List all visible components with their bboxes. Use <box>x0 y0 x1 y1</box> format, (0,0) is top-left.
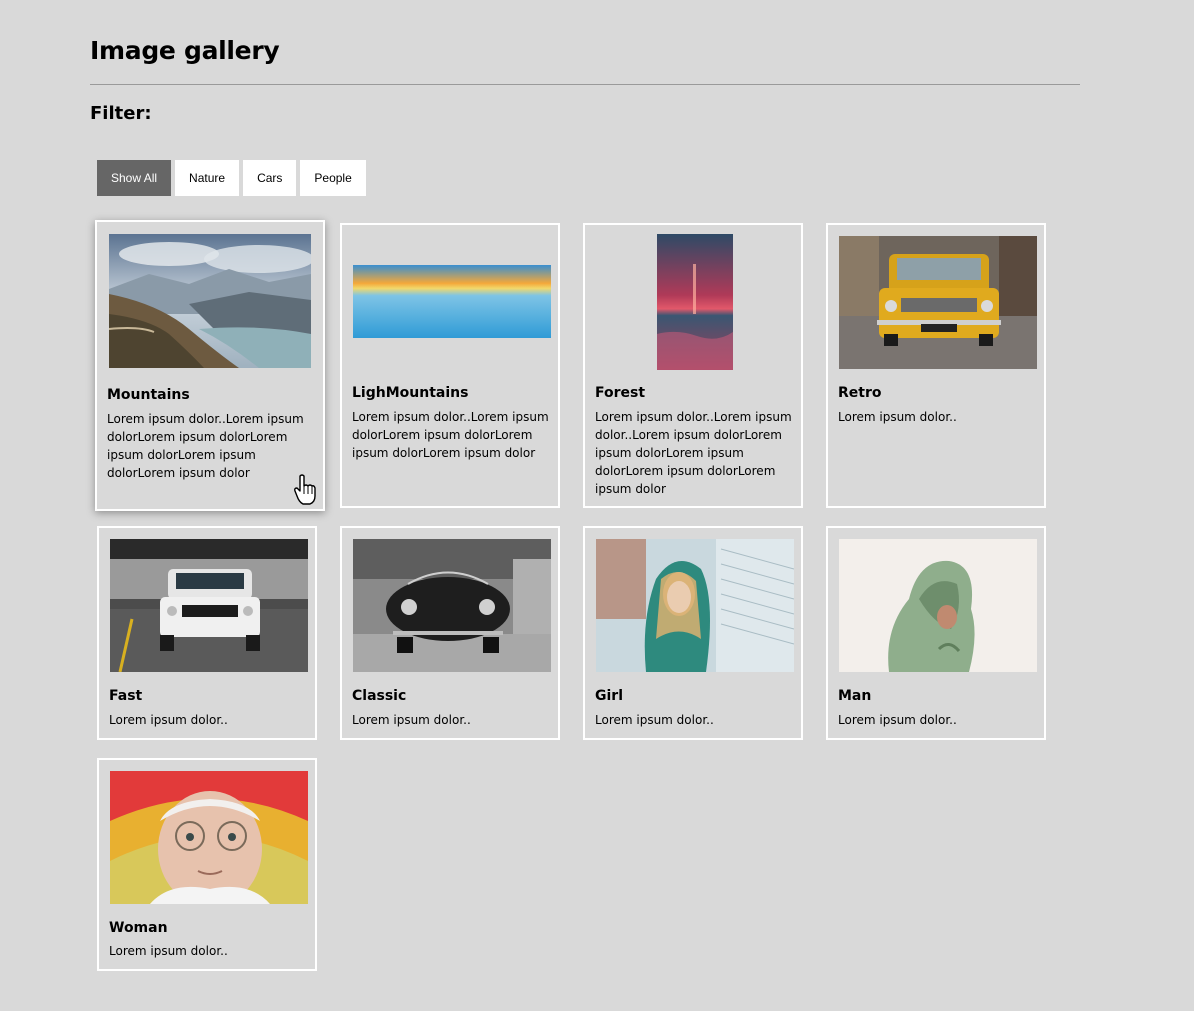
sea-sunset-image <box>353 265 551 338</box>
card-description: Lorem ipsum dolor..Lorem ipsum dolorLore… <box>107 412 304 480</box>
card-title: Girl <box>595 688 623 704</box>
mountain-landscape-image <box>109 234 311 368</box>
gallery-card-forest[interactable]: Forest Lorem ipsum dolor..Lorem ipsum do… <box>583 223 803 508</box>
card-title: Fast <box>109 688 143 704</box>
filter-people-button[interactable]: People <box>300 160 366 196</box>
gallery-card-mountains[interactable]: Mountains Lorem ipsum dolor..Lorem ipsum… <box>95 220 325 511</box>
filter-show-all-button[interactable]: Show All <box>97 160 172 196</box>
white-mustang-image <box>110 539 308 672</box>
card-title: Man <box>838 688 872 704</box>
title-divider <box>90 84 1080 85</box>
card-title: Retro <box>838 385 882 401</box>
girl-hoodie-image <box>596 539 794 672</box>
card-description: Lorem ipsum dolor.. <box>109 713 228 727</box>
gallery-card-fast[interactable]: Fast Lorem ipsum dolor.. <box>97 526 317 740</box>
hand-cursor-icon <box>294 474 316 505</box>
card-description: Lorem ipsum dolor.. <box>352 713 471 727</box>
filter-bar: Show All Nature Cars People <box>97 160 366 196</box>
card-title: Forest <box>595 385 646 401</box>
filter-nature-button[interactable]: Nature <box>175 160 240 196</box>
filter-cars-button[interactable]: Cars <box>243 160 297 196</box>
card-title: Woman <box>109 920 168 936</box>
gallery-card-woman[interactable]: Woman Lorem ipsum dolor.. <box>97 758 317 971</box>
gallery-card-retro[interactable]: Retro Lorem ipsum dolor.. <box>826 223 1046 508</box>
card-description: Lorem ipsum dolor..Lorem ipsum dolor..Lo… <box>595 410 792 496</box>
card-description: Lorem ipsum dolor.. <box>838 410 957 424</box>
card-description: Lorem ipsum dolor..Lorem ipsum dolorLore… <box>352 410 549 460</box>
filter-label: Filter: <box>90 103 152 124</box>
card-description: Lorem ipsum dolor.. <box>838 713 957 727</box>
ocean-sunset-image <box>657 234 733 370</box>
gallery-card-girl[interactable]: Girl Lorem ipsum dolor.. <box>583 526 803 740</box>
gallery-card-lighmountains[interactable]: LighMountains Lorem ipsum dolor..Lorem i… <box>340 223 560 508</box>
black-classic-car-image <box>353 539 551 672</box>
card-title: Mountains <box>107 387 190 403</box>
old-woman-image <box>110 771 308 904</box>
gallery-card-classic[interactable]: Classic Lorem ipsum dolor.. <box>340 526 560 740</box>
page-title: Image gallery <box>90 36 280 65</box>
yellow-car-image <box>839 236 1037 369</box>
card-title: Classic <box>352 688 407 704</box>
card-title: LighMountains <box>352 385 469 401</box>
gallery-card-man[interactable]: Man Lorem ipsum dolor.. <box>826 526 1046 740</box>
card-description: Lorem ipsum dolor.. <box>109 944 228 958</box>
man-hoodie-image <box>839 539 1037 672</box>
card-description: Lorem ipsum dolor.. <box>595 713 714 727</box>
